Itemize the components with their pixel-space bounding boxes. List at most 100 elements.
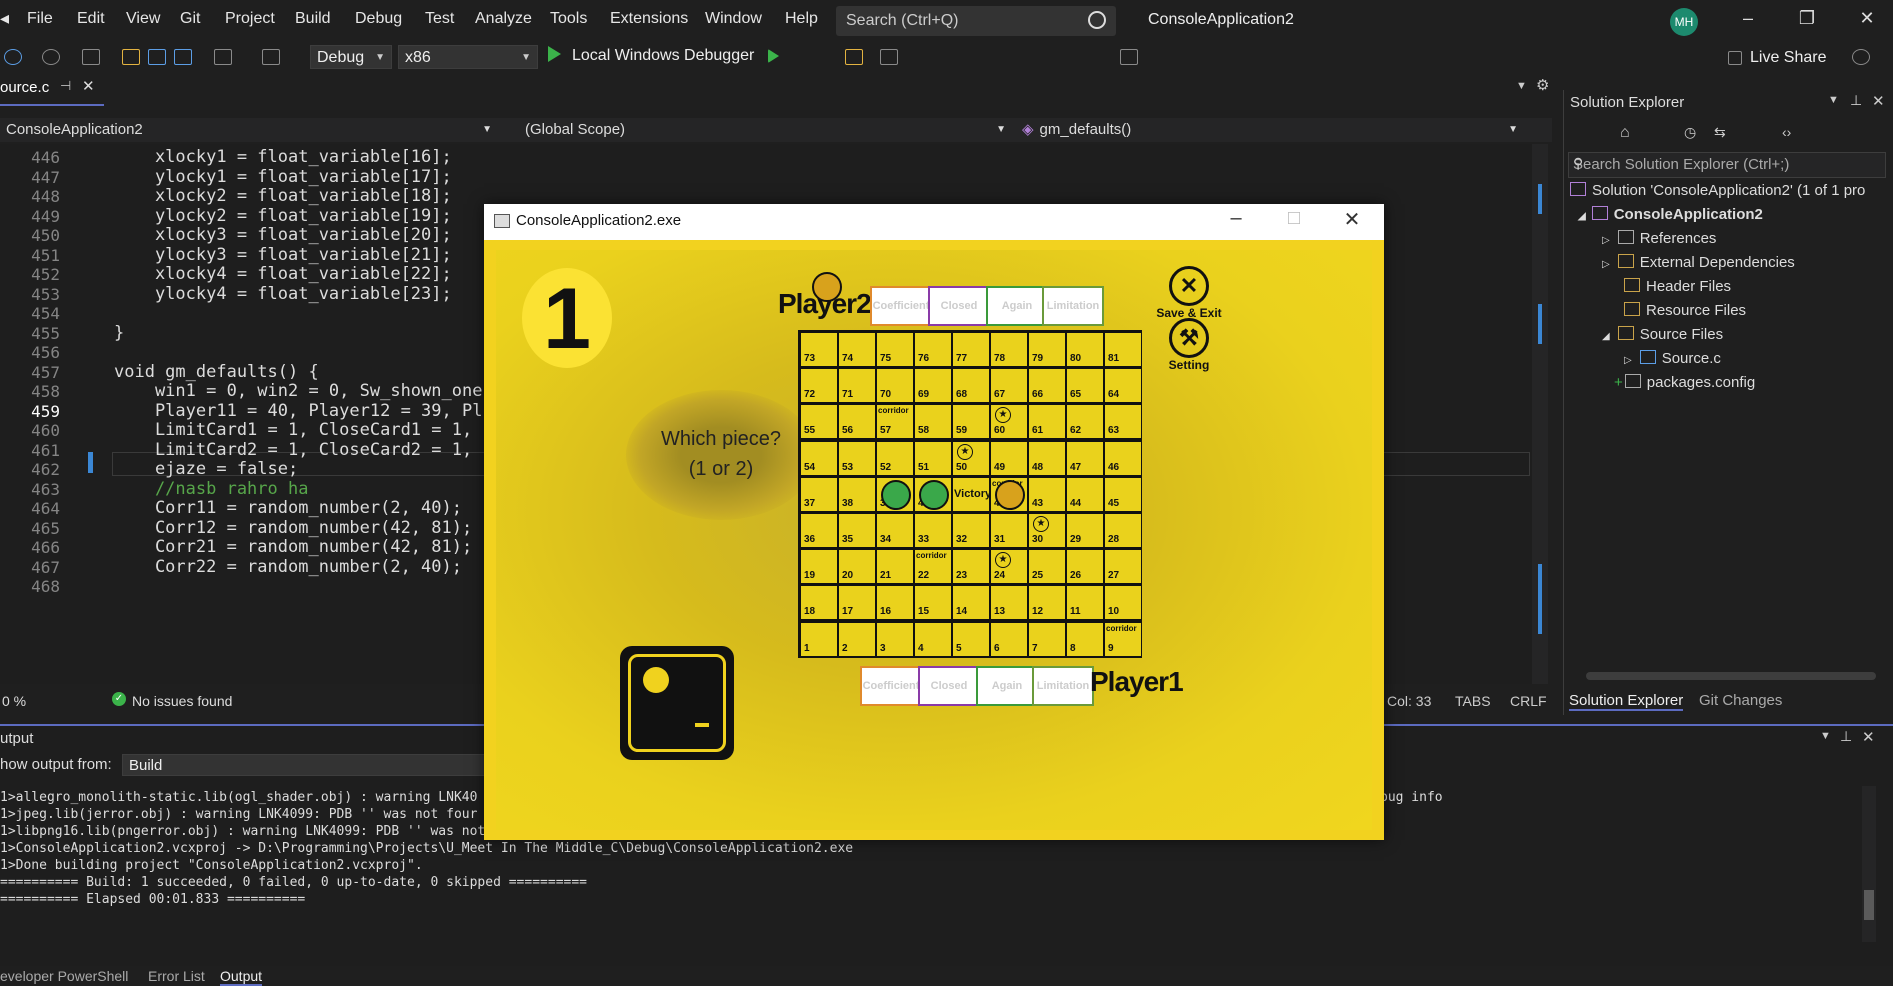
board-cell[interactable]: 65 <box>1067 369 1103 403</box>
zoom-level[interactable]: 0 % <box>2 693 26 709</box>
save-icon[interactable] <box>148 49 166 65</box>
search-input[interactable]: Search (Ctrl+Q) <box>836 6 1116 36</box>
board-cell[interactable]: 73 <box>801 333 837 366</box>
board-cell[interactable]: 2 <box>839 622 875 656</box>
p2-card-limitation[interactable]: Limitation <box>1042 286 1104 326</box>
platform-select[interactable]: x86 ▼ <box>398 45 538 69</box>
board-cell[interactable]: 81 <box>1105 333 1141 366</box>
board-cell[interactable]: 52 <box>877 441 913 475</box>
tree-source-c[interactable]: ▷ Source.c <box>1624 350 1721 367</box>
close-icon[interactable]: ✕ <box>1862 728 1875 746</box>
issues-status[interactable]: No issues found <box>132 693 232 709</box>
menu-edit[interactable]: Edit <box>77 10 105 28</box>
bookmark-icon[interactable] <box>1120 49 1138 65</box>
editor-scrollbar[interactable] <box>1532 144 1548 684</box>
board-cell[interactable]: 10 <box>1105 586 1141 620</box>
board-cell[interactable]: 55 <box>801 405 837 439</box>
board-cell[interactable]: 31 <box>991 514 1027 547</box>
collapse-icon[interactable]: ▷ <box>1602 235 1610 246</box>
menu-window[interactable]: Window <box>705 10 762 28</box>
board-cell[interactable]: 6 <box>991 622 1027 656</box>
board-cell[interactable]: 59 <box>953 405 989 439</box>
board-cell[interactable]: 34 <box>877 514 913 547</box>
board-cell[interactable]: 11 <box>1067 586 1103 620</box>
tree-solution[interactable]: Solution 'ConsoleApplication2' (1 of 1 p… <box>1570 182 1865 199</box>
tab-git-changes[interactable]: Git Changes <box>1699 692 1782 709</box>
board-cell[interactable]: 23 <box>953 550 989 584</box>
tree-header-files[interactable]: Header Files <box>1624 278 1731 295</box>
board-cell[interactable]: 54 <box>801 441 837 475</box>
dice[interactable] <box>620 646 734 760</box>
tab-solution-explorer[interactable]: Solution Explorer <box>1569 692 1684 711</box>
solution-hscroll[interactable] <box>1586 672 1876 680</box>
output-scrollbar[interactable] <box>1862 786 1876 942</box>
player-token-icon[interactable] <box>881 479 911 510</box>
tree-external-dependencies[interactable]: ▷ External Dependencies <box>1602 254 1795 271</box>
tab-developer-powershell[interactable]: eveloper PowerShell <box>0 968 128 984</box>
p2-card-closed[interactable]: Closed <box>928 286 990 326</box>
board-cell[interactable]: 43 <box>1029 477 1065 511</box>
feedback-icon[interactable] <box>1852 49 1870 65</box>
save-exit-button[interactable]: ✕ Save & Exit <box>1154 266 1224 320</box>
p1-card-coefficient[interactable]: Coefficient <box>860 666 922 706</box>
chevron-down-icon[interactable]: ▼ <box>1820 730 1831 742</box>
vs-logo-icon[interactable]: ◂ <box>0 8 9 29</box>
menu-analyze[interactable]: Analyze <box>475 10 532 28</box>
layout-icon[interactable] <box>880 49 898 65</box>
maximize-icon[interactable]: ❐ <box>1792 8 1822 29</box>
board-cell[interactable]: 12 <box>1029 586 1065 620</box>
scroll-thumb[interactable] <box>1864 890 1874 920</box>
board-cell[interactable]: 8 <box>1067 622 1103 656</box>
tree-source-files[interactable]: ◢ Source Files <box>1602 326 1723 343</box>
sync-icon[interactable]: ⇆ <box>1714 124 1726 141</box>
avatar[interactable]: MH <box>1670 8 1698 36</box>
minimize-icon[interactable]: – <box>1733 8 1763 29</box>
board-cell[interactable]: 47 <box>1067 441 1103 475</box>
menu-file[interactable]: File <box>27 10 53 28</box>
p1-card-closed[interactable]: Closed <box>918 666 980 706</box>
function-combo[interactable]: ◈ gm_defaults() ▼ <box>1022 118 1522 142</box>
board-cell[interactable]: 76 <box>915 333 951 366</box>
board-cell[interactable]: 21 <box>877 550 913 584</box>
board-cell[interactable]: 69 <box>915 369 951 403</box>
tab-list-icon[interactable]: ▼ <box>1516 80 1527 92</box>
menu-debug[interactable]: Debug <box>355 10 402 28</box>
board-cell[interactable]: 15 <box>915 586 951 620</box>
board-cell[interactable]: 58 <box>915 405 951 439</box>
board-cell[interactable]: 5 <box>953 622 989 656</box>
board-cell[interactable]: 33 <box>915 514 951 547</box>
menu-view[interactable]: View <box>126 10 160 28</box>
menu-git[interactable]: Git <box>180 10 200 28</box>
board-cell[interactable]: 79 <box>1029 333 1065 366</box>
board-cell[interactable]: 77 <box>953 333 989 366</box>
board-cell[interactable]: 74 <box>839 333 875 366</box>
p1-card-limitation[interactable]: Limitation <box>1032 666 1094 706</box>
board-cell[interactable]: 16 <box>877 586 913 620</box>
board-cell[interactable]: 44 <box>1067 477 1103 511</box>
output-source-select[interactable]: Build <box>122 754 502 776</box>
board-cell[interactable]: 75 <box>877 333 913 366</box>
board-cell[interactable]: 45 <box>1105 477 1141 511</box>
live-share-button[interactable]: Live Share <box>1750 49 1827 67</box>
history-icon[interactable]: ◷ <box>1684 124 1696 141</box>
setting-button[interactable]: ⚒ Setting <box>1154 318 1224 372</box>
close-icon[interactable]: ✕ <box>1332 207 1372 232</box>
menu-tools[interactable]: Tools <box>550 10 587 28</box>
board-cell[interactable]: 70 <box>877 369 913 403</box>
board-cell[interactable]: 72 <box>801 369 837 403</box>
board-cell[interactable]: 19 <box>801 550 837 584</box>
tree-packages-config[interactable]: + packages.config <box>1614 374 1755 391</box>
pin-icon[interactable]: ⊥ <box>1850 92 1862 109</box>
board-cell[interactable]: 38 <box>839 477 875 511</box>
p2-card-coefficient[interactable]: Coefficient <box>870 286 932 326</box>
start-without-debug-icon[interactable] <box>768 49 779 63</box>
p2-card-again[interactable]: Again <box>986 286 1048 326</box>
collapse-icon[interactable]: ▷ <box>1602 259 1610 270</box>
pin-icon[interactable]: ⊥ <box>1840 728 1852 745</box>
board-cell[interactable]: 4 <box>915 622 951 656</box>
board-cell[interactable]: 7 <box>1029 622 1065 656</box>
board-cell[interactable]: 66 <box>1029 369 1065 403</box>
player-token-icon[interactable] <box>995 479 1025 510</box>
forward-icon[interactable] <box>42 49 60 65</box>
board-cell[interactable]: 80 <box>1067 333 1103 366</box>
